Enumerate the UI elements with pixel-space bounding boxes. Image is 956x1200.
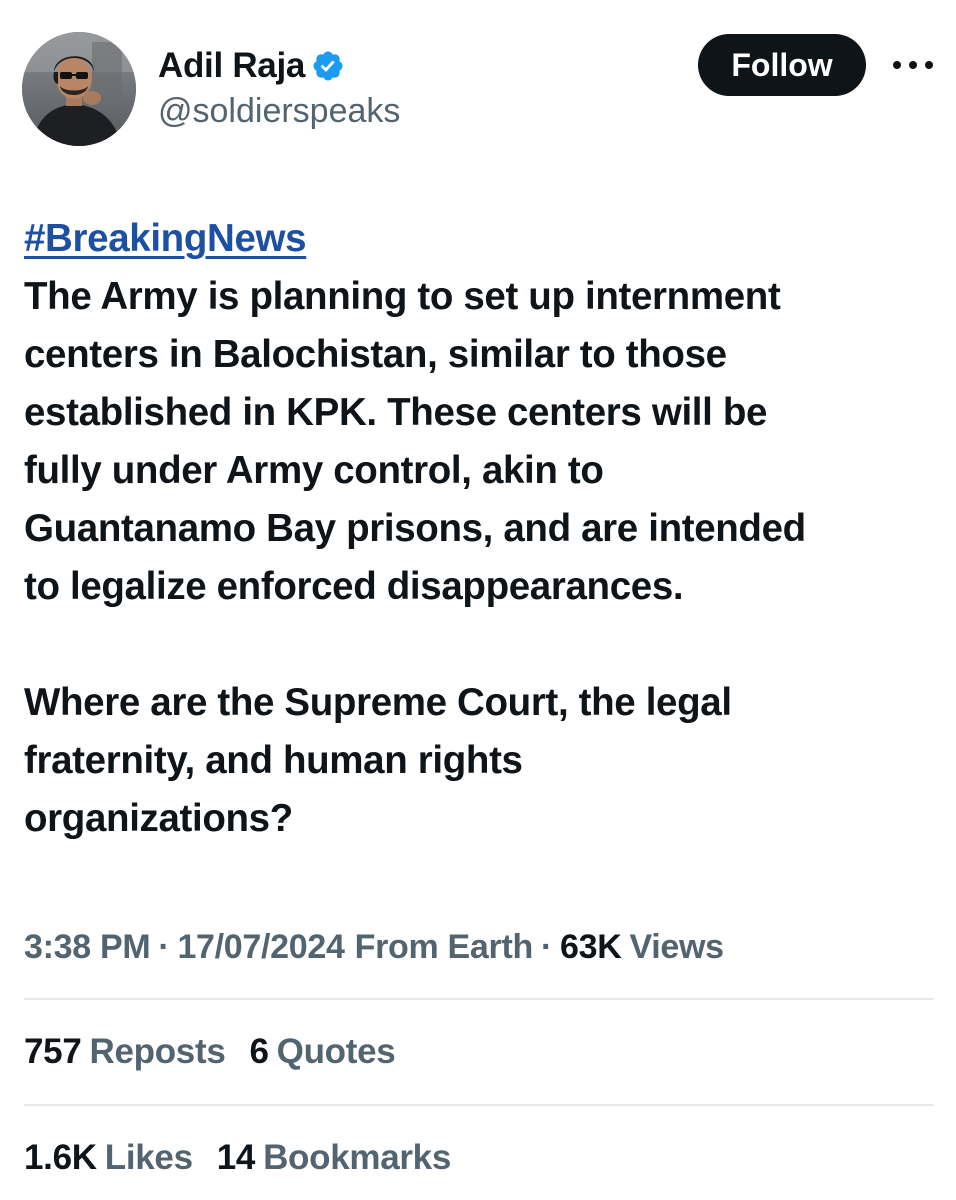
- repost-quote-stats: 757 Reposts 6 Quotes: [24, 1027, 396, 1077]
- author-handle[interactable]: @soldierspeaks: [158, 92, 400, 131]
- views-count: 63K: [560, 927, 622, 966]
- reposts-count: 757: [24, 1032, 82, 1071]
- reposts-label: Reposts: [89, 1032, 226, 1071]
- tweet-time[interactable]: 3:38 PM: [24, 928, 151, 967]
- tweet-date[interactable]: 17/07/2024: [177, 928, 344, 967]
- author-name[interactable]: Adil Raja: [158, 46, 305, 86]
- quotes-count: 6: [249, 1032, 269, 1071]
- views-label: Views: [629, 927, 724, 966]
- likes-stat[interactable]: 1.6K Likes: [24, 1138, 193, 1178]
- tweet-meta: 3:38 PM · 17/07/2024 From Earth · 63K Vi…: [24, 922, 724, 972]
- reposts-stat[interactable]: 757 Reposts: [24, 1032, 226, 1072]
- tweet-paragraph-1: The Army is planning to set up internmen…: [24, 275, 806, 608]
- tweet-text: #BreakingNews The Army is planning to se…: [24, 210, 939, 848]
- divider: [24, 1104, 934, 1106]
- tweet-paragraph-2: Where are the Supreme Court, the legal f…: [24, 681, 732, 840]
- bookmarks-stat[interactable]: 14 Bookmarks: [216, 1138, 452, 1178]
- bookmarks-count: 14: [216, 1138, 256, 1177]
- bookmarks-label: Bookmarks: [263, 1138, 452, 1177]
- like-bookmark-stats: 1.6K Likes 14 Bookmarks: [24, 1133, 451, 1183]
- divider: [24, 998, 934, 1000]
- author-name-row[interactable]: Adil Raja: [158, 44, 345, 88]
- likes-label: Likes: [104, 1138, 193, 1177]
- avatar[interactable]: [22, 32, 136, 146]
- meta-separator: ·: [158, 927, 170, 966]
- follow-button[interactable]: Follow: [698, 34, 866, 96]
- more-horizontal-icon: [893, 61, 933, 69]
- quotes-label: Quotes: [276, 1032, 396, 1071]
- meta-separator-2: ·: [540, 927, 552, 966]
- tweet-source: From Earth: [354, 927, 534, 966]
- hashtag-link[interactable]: #BreakingNews: [24, 217, 307, 260]
- quotes-stat[interactable]: 6 Quotes: [250, 1032, 396, 1072]
- more-options-button[interactable]: [888, 50, 938, 80]
- verified-badge-icon[interactable]: [311, 49, 345, 83]
- likes-count: 1.6K: [24, 1138, 97, 1177]
- profile-photo: [22, 32, 136, 146]
